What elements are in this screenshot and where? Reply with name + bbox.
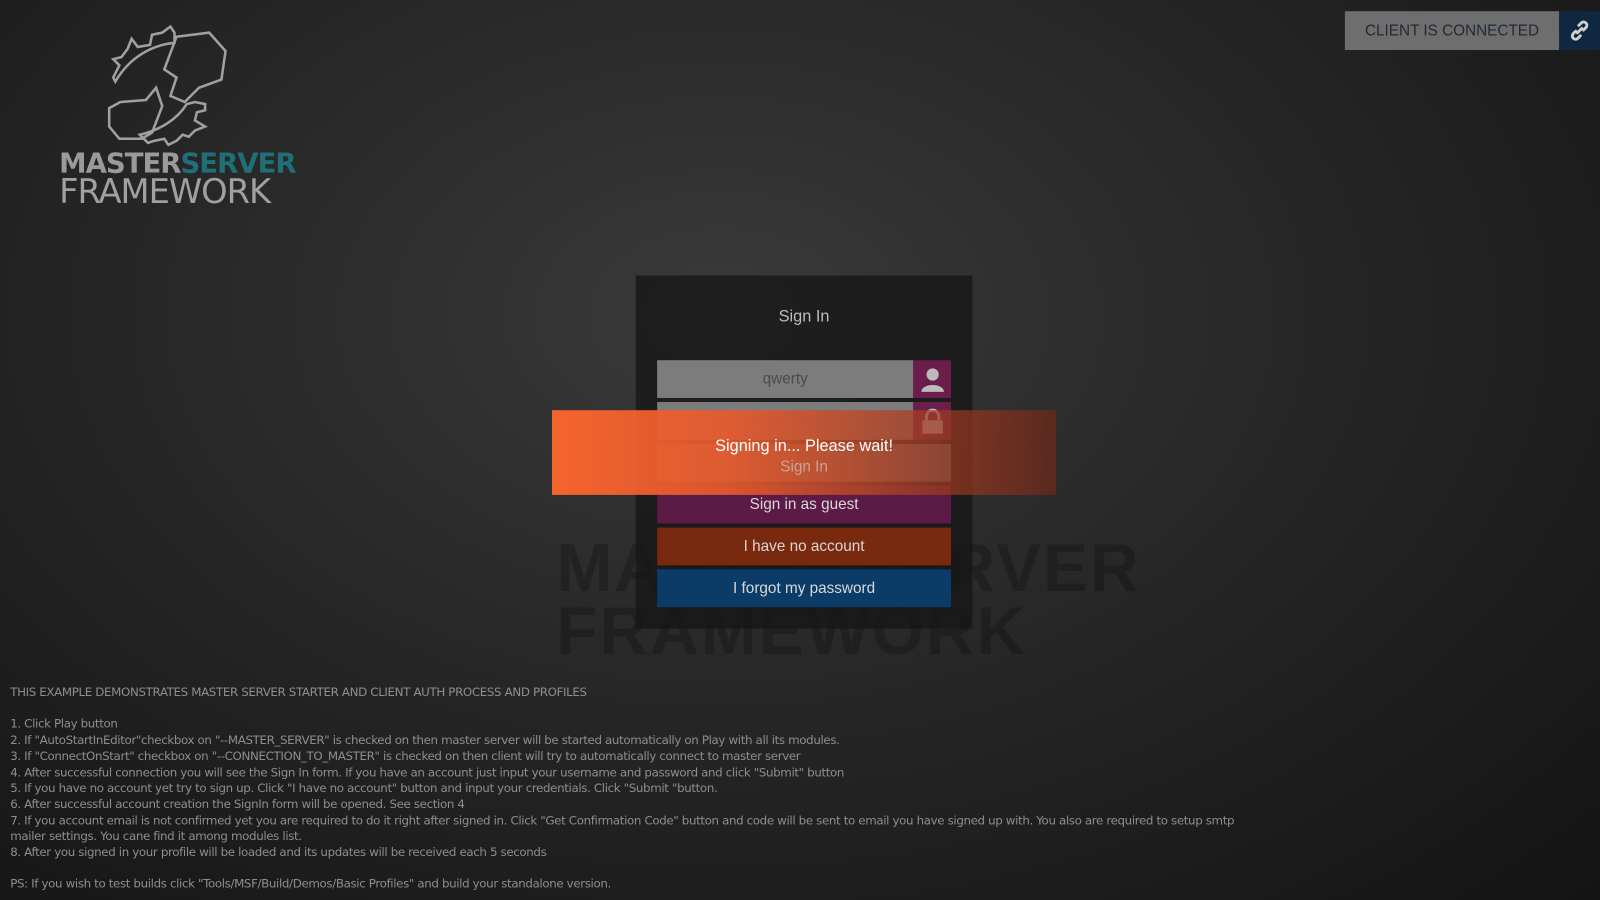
instructions-heading: THIS EXAMPLE DEMONSTRATES MASTER SERVER … xyxy=(10,684,587,699)
instruction-step: 6. After successful account creation the… xyxy=(10,796,465,812)
loading-message: Signing in... Please wait! xyxy=(715,437,894,456)
loading-overlay: Signing in... Please wait! xyxy=(552,410,1057,495)
instructions: THIS EXAMPLE DEMONSTRATES MASTER SERVER … xyxy=(10,685,1234,893)
connection-button[interactable] xyxy=(1559,11,1600,50)
instruction-step: 7. If you account email is not confirmed… xyxy=(10,812,1238,844)
instruction-step: 8. After you signed in your profile will… xyxy=(10,844,547,860)
instruction-step: 2. If "AutoStartInEditor"checkbox on "--… xyxy=(10,732,840,748)
forgot-password-button[interactable]: I forgot my password xyxy=(657,569,952,608)
instructions-ps: PS: If you wish to test builds click "To… xyxy=(10,876,611,892)
no-account-button[interactable]: I have no account xyxy=(657,527,952,566)
connection-status: CLIENT IS CONNECTED xyxy=(1344,11,1560,50)
instruction-step: 1. Click Play button xyxy=(10,716,118,732)
signin-title: Sign In xyxy=(778,308,830,326)
user-icon xyxy=(913,360,952,398)
instruction-step: 3. If "ConnectOnStart" checkbox on "--CO… xyxy=(10,748,801,764)
username-input[interactable]: qwerty xyxy=(657,360,914,398)
instruction-step: 5. If you have no account yet try to sig… xyxy=(10,780,718,796)
instruction-step: 4. After successful connection you will … xyxy=(10,764,845,780)
logo-subtitle: FRAMEWORK xyxy=(59,171,271,212)
link-icon xyxy=(1570,20,1589,41)
signin-button-label[interactable]: Sign In xyxy=(657,458,951,476)
screen: MASTERSERVER FRAMEWORK CLIENT IS CONNECT… xyxy=(0,0,1600,900)
